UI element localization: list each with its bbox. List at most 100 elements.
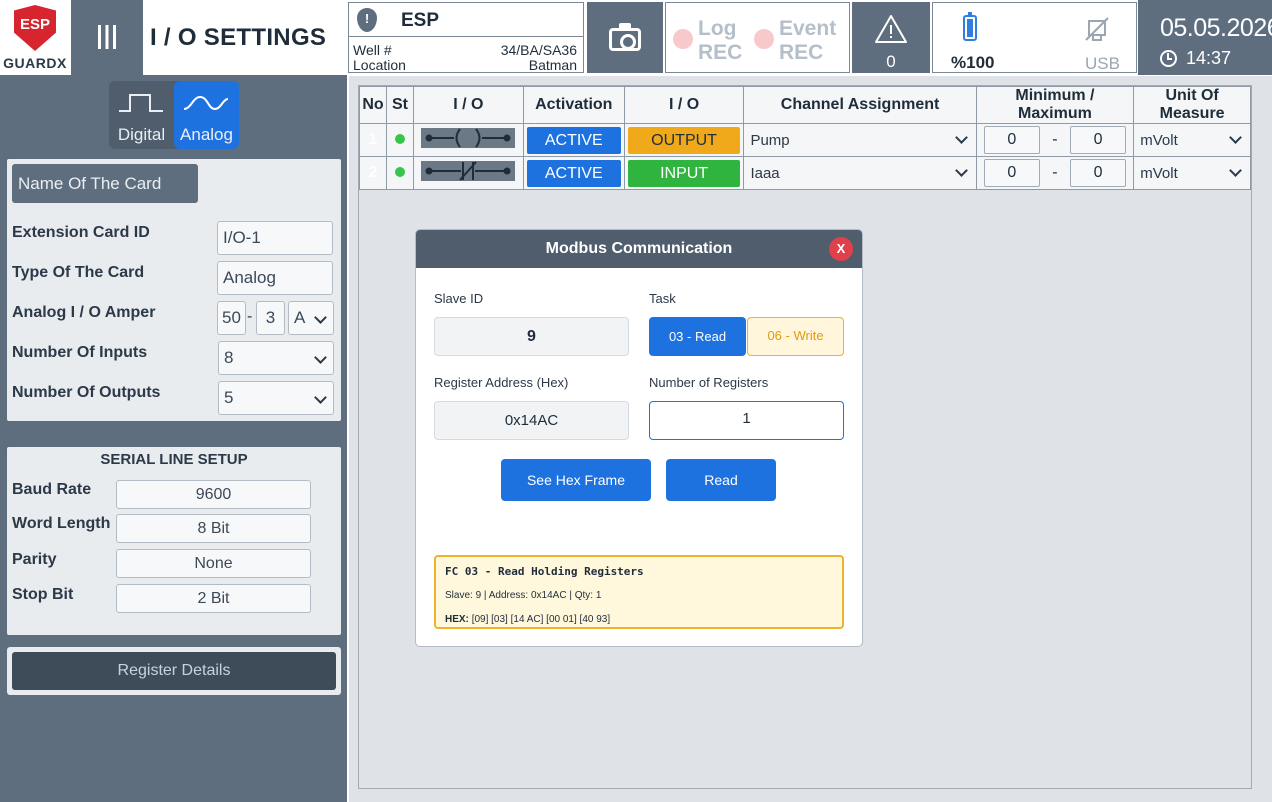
amper-a-field[interactable]: 50 — [217, 301, 246, 335]
col-activation: Activation — [522, 86, 625, 124]
io-type-badge[interactable]: OUTPUT — [627, 126, 741, 154]
stop-bit-field[interactable]: 2 Bit — [116, 584, 311, 613]
ext-id-field[interactable]: I/O-1 — [217, 221, 333, 255]
event-rec-button[interactable]: Event REC — [779, 17, 836, 65]
location-value: Batman — [528, 57, 577, 73]
location-label: Location — [353, 57, 406, 73]
see-hex-frame-button[interactable]: See Hex Frame — [501, 459, 651, 501]
word-length-field[interactable]: 8 Bit — [116, 514, 311, 543]
menu-icon — [98, 25, 116, 49]
register-details-button[interactable]: Register Details — [12, 652, 336, 690]
logo-badge: ESP — [14, 5, 56, 51]
io-type-cell: INPUT — [623, 156, 745, 190]
col-minmax: Minimum / Maximum — [975, 86, 1135, 124]
close-button[interactable]: X — [829, 237, 853, 261]
chevron-down-icon — [954, 131, 968, 144]
left-panel: Digital Analog Name Of The Card Extensio… — [0, 75, 347, 802]
unit-select[interactable]: mVolt — [1133, 123, 1251, 157]
activation-cell: ACTIVE — [522, 123, 625, 157]
activation-button[interactable]: ACTIVE — [526, 159, 621, 187]
max-input[interactable]: 0 — [1070, 126, 1127, 154]
card-type-label: Type Of The Card — [12, 264, 145, 281]
card-name-input[interactable]: Name Of The Card — [12, 164, 198, 203]
baud-field[interactable]: 9600 — [116, 480, 311, 509]
brand-name: GUARDX — [3, 55, 67, 71]
amper-b-field[interactable]: 3 — [256, 301, 285, 335]
activation-cell: ACTIVE — [522, 156, 625, 190]
register-details-box: Register Details — [7, 647, 341, 695]
task-write-button[interactable]: 06 - Write — [747, 317, 844, 356]
unit-select[interactable]: mVolt — [1133, 156, 1251, 190]
event-rec-dot-icon — [754, 29, 774, 49]
frame-hex: HEX: [09] [03] [14 AC] [00 01] [40 93] — [445, 614, 610, 625]
io-table: No St I / O Activation I / O Channel Ass… — [359, 86, 1251, 190]
well-value: 34/BA/SA36 — [500, 42, 577, 58]
alarm-count: 0 — [886, 52, 896, 71]
io-symbol-cell[interactable] — [412, 123, 524, 157]
inputs-select[interactable]: 8 — [218, 341, 334, 375]
top-bar: ESP GUARDX I / O SETTINGS ! ESP Well # 3… — [0, 0, 1272, 75]
recording-box: Log REC Event REC — [665, 2, 850, 73]
read-button[interactable]: Read — [666, 459, 776, 501]
outputs-select[interactable]: 5 — [218, 381, 334, 415]
hex-frame-panel: FC 03 - Read Holding Registers Slave: 9 … — [434, 555, 844, 629]
min-input[interactable]: 0 — [983, 126, 1040, 154]
serial-line-setup: SERIAL LINE SETUP Baud Rate 9600 Word Le… — [7, 447, 341, 635]
task-read-button[interactable]: 03 - Read — [649, 317, 746, 356]
slave-id-input[interactable]: 9 — [434, 317, 629, 356]
camera-icon — [609, 28, 641, 51]
parity-label: Parity — [12, 551, 57, 568]
minmax-cell: 0 - 0 — [975, 123, 1135, 157]
col-io: I / O — [412, 86, 524, 124]
register-address-label: Register Address (Hex) — [434, 375, 569, 390]
io-type-badge[interactable]: INPUT — [627, 159, 741, 187]
row-no: 1 — [359, 123, 387, 157]
status-dot-icon — [394, 167, 405, 177]
table-header-row: No St I / O Activation I / O Channel Ass… — [359, 86, 1251, 124]
channel-select[interactable]: Pump — [743, 123, 977, 157]
card-type-field[interactable]: Analog — [217, 261, 333, 295]
baud-label: Baud Rate — [12, 481, 92, 498]
register-address-input[interactable]: 0x14AC — [434, 401, 629, 440]
date: 05.05.2026 — [1160, 14, 1272, 42]
stop-bit-label: Stop Bit — [12, 586, 74, 603]
chevron-down-icon — [314, 351, 327, 364]
register-count-input[interactable]: 1 — [649, 401, 844, 440]
clock-icon — [1160, 50, 1177, 67]
screenshot-button[interactable] — [587, 2, 663, 73]
alarm-button[interactable]: 0 — [852, 2, 930, 73]
tab-digital[interactable]: Digital — [109, 81, 174, 149]
chevron-down-icon — [314, 391, 327, 404]
word-length-label: Word Length — [12, 515, 111, 532]
status-cell — [385, 156, 414, 190]
chevron-down-icon — [314, 311, 327, 324]
col-unit: Unit Of Measure — [1133, 86, 1251, 124]
register-count-label: Number of Registers — [649, 375, 769, 390]
outputs-label: Number Of Outputs — [12, 384, 161, 401]
menu-button[interactable] — [71, 0, 143, 75]
hex-value: [09] [03] [14 AC] [00 01] [40 93] — [471, 614, 611, 625]
output-coil-icon — [421, 127, 516, 148]
page-title: I / O SETTINGS — [150, 24, 327, 51]
card-settings: Name Of The Card Extension Card ID I/O-1… — [7, 159, 341, 421]
io-symbol-cell[interactable] — [412, 156, 524, 190]
parity-field[interactable]: None — [116, 549, 311, 578]
status-cell — [385, 123, 414, 157]
usb-label: USB — [1085, 54, 1120, 73]
status-box: %100 USB — [932, 2, 1137, 73]
amper-unit-select[interactable]: A — [288, 301, 334, 335]
log-rec-button[interactable]: Log REC — [698, 17, 742, 65]
tab-analog[interactable]: Analog — [174, 81, 239, 149]
inputs-label: Number Of Inputs — [12, 344, 148, 361]
max-input[interactable]: 0 — [1070, 159, 1127, 187]
col-io-type: I / O — [623, 86, 745, 124]
slave-id-label: Slave ID — [434, 291, 484, 306]
activation-button[interactable]: ACTIVE — [526, 126, 621, 154]
well-label: Well # — [353, 42, 392, 58]
chevron-down-icon — [954, 164, 968, 177]
input-contact-icon — [421, 160, 516, 181]
min-input[interactable]: 0 — [983, 159, 1040, 187]
battery-level: %100 — [951, 53, 995, 72]
esp-pin-icon: ! — [357, 8, 377, 32]
channel-select[interactable]: Iaaa — [743, 156, 977, 190]
